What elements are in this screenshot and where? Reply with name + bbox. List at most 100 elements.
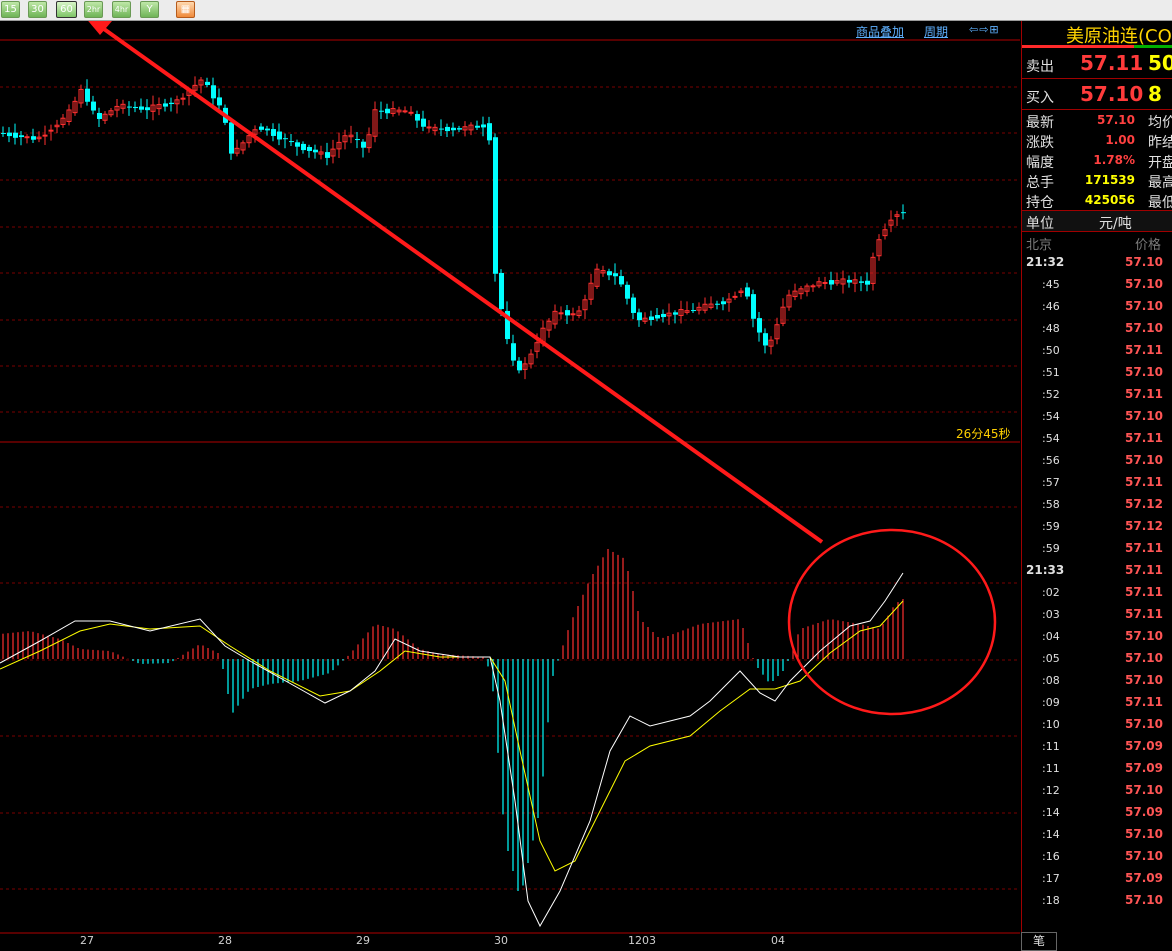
tick-price: 57.11	[1125, 431, 1163, 445]
tick-time: 21:32	[1026, 255, 1065, 269]
candle-body	[295, 142, 300, 147]
tick-row: :59 57.11	[1022, 538, 1172, 560]
candle-body	[745, 287, 750, 297]
tick-time: :54	[1042, 432, 1060, 445]
candle-body	[691, 310, 696, 312]
tick-time: :14	[1042, 828, 1060, 841]
candle-body	[313, 149, 318, 153]
period-15-button[interactable]: 15	[1, 1, 20, 18]
nav-arrows-icon[interactable]: ⇦⇨⊞	[969, 23, 1000, 36]
tick-price: 57.10	[1125, 893, 1163, 907]
x-axis-label: 29	[356, 934, 370, 947]
candle-body	[307, 147, 312, 151]
tick-row: 21:32 57.10	[1022, 252, 1172, 274]
candle-body	[445, 126, 450, 132]
stat-label: 涨跌	[1026, 135, 1054, 151]
stat-value: 1.00	[1105, 133, 1135, 147]
candle-body	[355, 139, 360, 141]
period-link[interactable]: 周期	[924, 23, 948, 40]
tick-price: 57.09	[1125, 739, 1163, 753]
candle-body	[421, 118, 426, 127]
candle-body	[85, 88, 90, 102]
highlight-ellipse	[787, 528, 997, 716]
tick-price: 57.11	[1125, 541, 1163, 555]
candle-body	[402, 110, 408, 113]
tick-row: :59 57.12	[1022, 516, 1172, 538]
tick-row: :14 57.10	[1022, 824, 1172, 846]
candle-body	[325, 152, 330, 158]
candle-body	[289, 141, 294, 143]
candle-body	[751, 294, 756, 319]
period-2hr-button[interactable]: 2hr	[84, 1, 103, 18]
tick-time: :54	[1042, 410, 1060, 423]
tick-row: :48 57.10	[1022, 318, 1172, 340]
tick-row: :46 57.10	[1022, 296, 1172, 318]
candle-body	[180, 97, 186, 100]
tick-price: 57.11	[1125, 585, 1163, 599]
candle-body	[7, 132, 12, 137]
tick-price: 57.10	[1125, 673, 1163, 687]
tick-row: :09 57.11	[1022, 692, 1172, 714]
candle-body	[426, 126, 432, 129]
tick-price: 57.10	[1125, 255, 1163, 269]
period-y-button[interactable]: Y	[140, 1, 159, 18]
tick-row: :54 57.10	[1022, 406, 1172, 428]
tick-time: :17	[1042, 872, 1060, 885]
overlay-link[interactable]: 商品叠加	[856, 23, 904, 40]
candle-body	[715, 303, 720, 305]
tick-time: :46	[1042, 300, 1060, 313]
tick-price: 57.10	[1125, 277, 1163, 291]
kline-chart[interactable]	[0, 21, 1020, 949]
candle-body	[259, 126, 264, 130]
candle-body	[810, 285, 816, 288]
tick-price: 57.10	[1125, 365, 1163, 379]
candle-body	[901, 212, 906, 214]
tick-time: :48	[1042, 322, 1060, 335]
period-toolbar: 15 30 60 2hr 4hr Y ▦	[0, 0, 1172, 21]
tab-tick-records[interactable]: 笔	[1021, 932, 1057, 951]
candle-body	[169, 102, 174, 105]
tick-time: :45	[1042, 278, 1060, 291]
x-axis-label: 04	[771, 934, 785, 947]
dif-line	[0, 572, 904, 928]
tick-list[interactable]: 21:32 57.10 :45 57.10 :46 57.10 :48 57.10 :5…	[1022, 252, 1172, 912]
tick-row: :52 57.11	[1022, 384, 1172, 406]
panel-header: 美原油连(CO	[1022, 21, 1172, 48]
candle-body	[229, 122, 234, 154]
tick-time: :18	[1042, 894, 1060, 907]
x-axis-label: 27	[80, 934, 94, 947]
tick-time: :59	[1042, 520, 1060, 533]
unit-value: 元/吨	[1099, 216, 1132, 232]
tick-row: 21:33 57.11	[1022, 560, 1172, 582]
period-60-button[interactable]: 60	[56, 1, 77, 18]
tick-time: :51	[1042, 366, 1060, 379]
tick-price: 57.10	[1125, 849, 1163, 863]
candle-body	[475, 125, 480, 128]
tick-price: 57.12	[1125, 497, 1163, 511]
candle-body	[217, 97, 222, 106]
tick-price: 57.10	[1125, 651, 1163, 665]
period-4hr-button[interactable]: 4hr	[112, 1, 131, 18]
tick-time: :50	[1042, 344, 1060, 357]
candle-body	[439, 128, 444, 130]
tick-row: :56 57.10	[1022, 450, 1172, 472]
stat-value: 1.78%	[1093, 153, 1135, 167]
period-30-button[interactable]: 30	[28, 1, 47, 18]
candle-body	[24, 136, 30, 139]
chart-area[interactable]	[0, 21, 1020, 949]
grid-icon[interactable]: ▦	[176, 1, 195, 18]
tick-price: 57.10	[1125, 409, 1163, 423]
tick-price: 57.09	[1125, 761, 1163, 775]
tick-row: :08 57.10	[1022, 670, 1172, 692]
candle-body	[91, 101, 96, 111]
annotation-arrow	[95, 22, 824, 544]
candle-body	[31, 136, 36, 140]
tick-time: :02	[1042, 586, 1060, 599]
candle-body	[1, 132, 6, 134]
candle-body	[517, 360, 522, 371]
candle-body	[607, 271, 612, 276]
bar-countdown: 26分45秒	[956, 427, 1011, 441]
stat-label-2: 均价	[1148, 115, 1172, 131]
tick-time: :11	[1042, 740, 1060, 753]
tick-row: :57 57.11	[1022, 472, 1172, 494]
